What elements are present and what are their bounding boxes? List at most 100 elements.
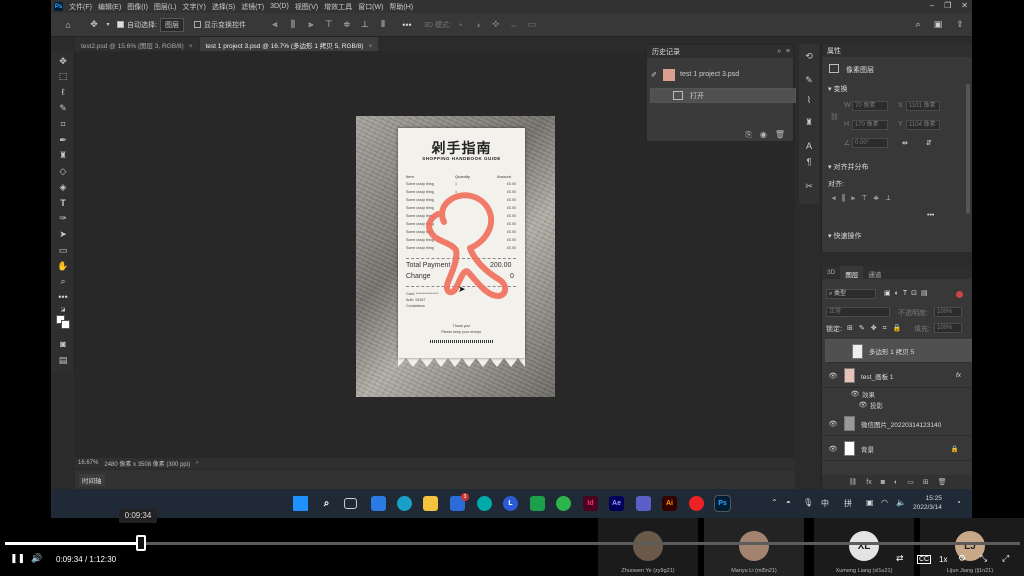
ime-chinese[interactable]: 中 (821, 498, 829, 509)
captions-icon[interactable]: CC (917, 555, 932, 564)
pen-icon[interactable]: ✑ (55, 211, 71, 225)
transform-section[interactable]: ▾ 变换 (828, 84, 847, 94)
close-icon[interactable]: ✕ (961, 1, 968, 10)
quick-actions-section[interactable]: ▾ 快速操作 (828, 231, 861, 241)
filter-toggle[interactable] (956, 291, 963, 298)
panel-collapse-icon[interactable]: » (777, 48, 781, 55)
minimize-icon[interactable]: – (930, 1, 934, 10)
menu-layer[interactable]: 图层(L) (154, 2, 177, 12)
display-icon[interactable]: ▣ (866, 498, 874, 507)
hand-icon[interactable]: ✋ (55, 259, 71, 273)
timeline-tab[interactable]: 时间轴 (79, 474, 105, 486)
move-icon[interactable]: ✥ (55, 54, 71, 68)
glyphs-icon[interactable]: ✂ (802, 180, 816, 192)
camera-3d-icon[interactable]: ▭ (525, 18, 539, 32)
playback-speed[interactable]: 1x (939, 555, 947, 564)
menu-select[interactable]: 选择(S) (212, 2, 235, 12)
participant-tile[interactable]: LJ Lijun Jiang (lj1n21) (920, 518, 1024, 576)
participant-tile[interactable]: Manyu Li (ml5n21) (704, 518, 804, 576)
microphone-icon[interactable]: 🎙 (803, 498, 813, 507)
history-icon[interactable]: ⟲ (802, 50, 816, 62)
path-select-icon[interactable]: ➤ (55, 227, 71, 241)
align-bottom-icon[interactable]: ⊥ (358, 18, 372, 32)
layer-row-background[interactable]: 👁 背景 🔒 (822, 437, 972, 461)
tab-3d[interactable]: 3D (822, 266, 840, 279)
pause-icon[interactable]: ❚❚ (10, 553, 25, 564)
move-tool-icon[interactable]: ✥ (87, 18, 101, 32)
distribute-icon[interactable]: ⫴ (376, 18, 390, 32)
document-canvas[interactable]: 剁手指南 SHOPPING HANDBOOK GUIDE Item Quanti… (356, 116, 555, 397)
status-arrow-icon[interactable]: › (196, 460, 198, 466)
add-mask-icon[interactable]: ◙ (881, 479, 885, 486)
eye-icon[interactable]: 👁 (826, 372, 840, 380)
menu-help[interactable]: 帮助(H) (389, 2, 413, 12)
menu-view[interactable]: 视图(V) (295, 2, 318, 12)
lark-icon[interactable]: L (503, 496, 518, 511)
share-icon[interactable]: ⇪ (953, 18, 967, 32)
shuffle-icon[interactable]: ⇄ (896, 553, 904, 564)
layer-row-polygon[interactable]: 多边形 1 拷贝 5 (825, 339, 972, 363)
wifi-icon[interactable]: ◠ (881, 498, 888, 507)
lock-icons-row[interactable]: ⊞✎✥⌗🔒 (847, 324, 907, 333)
history-snapshot[interactable]: ✐ test 1 project 3.psd (647, 67, 793, 82)
quick-mask-icon[interactable]: ◙ (55, 337, 71, 351)
crop-icon[interactable]: ⌗ (55, 117, 71, 131)
home-icon[interactable]: ⌂ (61, 18, 75, 32)
adjustment-layer-icon[interactable]: ◐ (894, 479, 898, 486)
auto-select-dropdown[interactable]: 图层 (159, 17, 184, 32)
type-icon[interactable]: T (55, 196, 71, 210)
y-field[interactable]: 1104 像素 (906, 120, 940, 130)
zoom-icon[interactable]: ⌕ (55, 274, 71, 288)
fill-field[interactable]: 100% (934, 323, 962, 333)
photoshop-taskbar-icon[interactable]: Ps (714, 495, 731, 512)
chevron-down-icon[interactable]: ▾ (105, 18, 111, 32)
paint-bucket-icon[interactable]: ◈ (55, 180, 71, 194)
system-clock[interactable]: 15:25 2022/3/14 (913, 494, 942, 512)
layer-row-artboard[interactable]: 👁 test_画板 1 fx (822, 364, 972, 388)
netease-music-icon[interactable] (689, 496, 704, 511)
screen-mode-icon[interactable]: ▤ (55, 353, 71, 367)
drop-shadow-row[interactable]: 👁 投影 (822, 399, 972, 410)
brush-source-icon[interactable]: ✐ (647, 71, 661, 79)
new-layer-icon[interactable]: ⊞ (923, 478, 929, 486)
brushes-icon[interactable]: ⌇ (802, 94, 816, 106)
panel-scrollbar[interactable] (966, 84, 970, 214)
flip-horizontal-icon[interactable]: ⇹ (902, 139, 908, 147)
layer-kind-filter[interactable]: ⌕ 类型 (826, 289, 876, 299)
camera-icon[interactable]: ◉ (760, 130, 767, 139)
pan-3d-icon[interactable]: ✜ (489, 18, 503, 32)
x-field[interactable]: 1101 像素 (906, 101, 940, 111)
hand-drawn-shape[interactable] (416, 184, 526, 309)
more-tools-icon[interactable]: ••• (55, 290, 71, 304)
zoom-level[interactable]: 16.67% (78, 460, 98, 466)
search-icon[interactable]: ⌕ (319, 496, 334, 511)
trash-icon[interactable]: 🗑 (775, 130, 785, 139)
menu-filter[interactable]: 滤镜(T) (241, 2, 264, 12)
menu-type[interactable]: 文字(Y) (182, 2, 205, 12)
link-icon[interactable]: ⛓ (830, 113, 839, 121)
clone-source-icon[interactable]: ♜ (802, 116, 816, 128)
scrubber-handle[interactable] (136, 535, 146, 551)
tab-layers[interactable]: 图层 (840, 266, 864, 279)
task-view-icon[interactable] (344, 498, 357, 509)
align-right-icon[interactable]: ⫸ (304, 18, 318, 32)
blend-mode-dropdown[interactable]: 正常 (826, 307, 890, 317)
participant-tile[interactable]: Zhuowen Ye (zy9g21) (598, 518, 698, 576)
widgets-icon[interactable] (371, 496, 386, 511)
teams-icon[interactable] (636, 496, 651, 511)
marquee-icon[interactable]: ⬚ (55, 69, 71, 83)
new-group-icon[interactable]: ▭ (907, 478, 914, 486)
fx-badge[interactable]: fx (956, 372, 961, 379)
menu-plugins[interactable]: 增效工具 (324, 2, 352, 12)
add-style-icon[interactable]: fx (866, 479, 871, 486)
notification-icon[interactable]: ◔ (956, 498, 961, 507)
history-state-open[interactable]: 打开 (650, 88, 796, 103)
transform-controls-checkbox[interactable] (193, 21, 201, 28)
orbit-3d-icon[interactable]: ◔ (453, 18, 467, 32)
link-layers-icon[interactable]: ⛓ (848, 478, 857, 486)
align-distribute-section[interactable]: ▾ 对齐并分布 (828, 162, 868, 172)
tab-test2[interactable]: test2.psd @ 15.6% (图层 3, RGB/8) × (75, 37, 199, 51)
eye-icon[interactable]: 👁 (826, 445, 840, 453)
restore-icon[interactable]: ❐ (944, 1, 951, 10)
more-align-icon[interactable]: ••• (927, 212, 934, 219)
